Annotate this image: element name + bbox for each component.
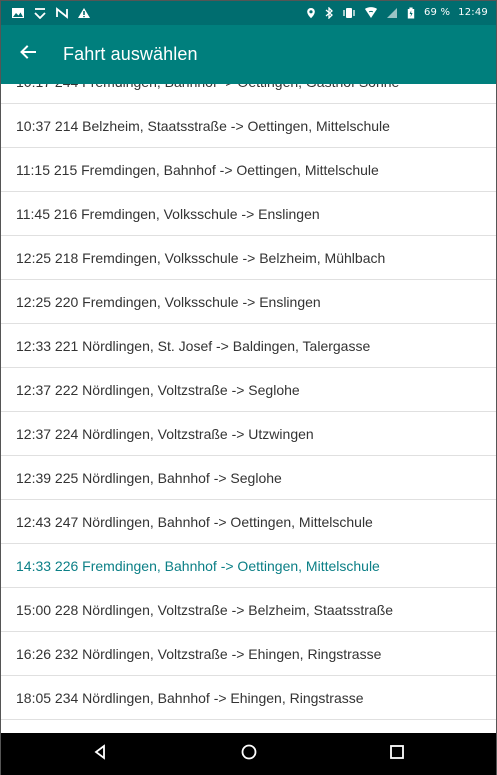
status-right: 69 % 12:49 xyxy=(306,7,488,19)
trip-list[interactable]: 10:17 244 Fremdingen, Bahnhof -> Oetting… xyxy=(1,84,496,733)
hotspot-icon xyxy=(364,7,378,19)
app-screen: 69 % 12:49 Fahrt auswählen 10:17 244 Fre… xyxy=(0,0,497,775)
battery-percentage: 69 % xyxy=(423,7,451,18)
status-time: 12:49 xyxy=(458,7,488,18)
nav-home-button[interactable] xyxy=(235,741,263,769)
warning-icon xyxy=(77,7,91,19)
recents-square-icon xyxy=(388,743,406,766)
trip-list-item[interactable]: 11:15 215 Fremdingen, Bahnhof -> Oetting… xyxy=(1,148,496,192)
app-bar: Fahrt auswählen xyxy=(1,25,496,84)
trip-list-item[interactable]: 12:43 247 Nördlingen, Bahnhof -> Oetting… xyxy=(1,500,496,544)
page-title: Fahrt auswählen xyxy=(63,44,198,64)
trip-list-item[interactable]: 12:37 224 Nördlingen, Voltzstraße -> Utz… xyxy=(1,412,496,456)
nav-back-button[interactable] xyxy=(86,741,114,769)
status-bar: 69 % 12:49 xyxy=(1,1,496,25)
back-triangle-icon xyxy=(91,743,109,766)
vibrate-icon xyxy=(342,7,356,19)
image-icon xyxy=(11,7,25,19)
location-icon xyxy=(306,7,316,19)
trip-list-item-selected[interactable]: 14:33 226 Fremdingen, Bahnhof -> Oetting… xyxy=(1,544,496,588)
trip-list-scroll: 10:17 244 Fremdingen, Bahnhof -> Oetting… xyxy=(1,84,496,720)
trip-list-item[interactable]: 10:37 214 Belzheim, Staatsstraße -> Oett… xyxy=(1,104,496,148)
status-left xyxy=(11,7,91,19)
trip-list-item[interactable]: 12:39 225 Nördlingen, Bahnhof -> Seglohe xyxy=(1,456,496,500)
home-circle-icon xyxy=(240,743,258,766)
trip-list-item[interactable]: 12:37 222 Nördlingen, Voltzstraße -> Seg… xyxy=(1,368,496,412)
download-icon xyxy=(33,7,47,19)
trip-list-item[interactable]: 15:00 228 Nördlingen, Voltzstraße -> Bel… xyxy=(1,588,496,632)
battery-icon xyxy=(406,7,416,19)
android-nav-bar xyxy=(1,733,496,775)
trip-list-item[interactable]: 10:17 244 Fremdingen, Bahnhof -> Oetting… xyxy=(1,84,496,104)
signal-icon xyxy=(386,7,398,19)
trip-list-item[interactable]: 11:45 216 Fremdingen, Volksschule -> Ens… xyxy=(1,192,496,236)
trip-list-item[interactable]: 12:25 218 Fremdingen, Volksschule -> Bel… xyxy=(1,236,496,280)
back-button[interactable] xyxy=(16,43,40,67)
arrow-left-icon xyxy=(19,43,37,66)
trip-list-item[interactable]: 12:33 221 Nördlingen, St. Josef -> Baldi… xyxy=(1,324,496,368)
trip-list-item[interactable]: 12:25 220 Fremdingen, Volksschule -> Ens… xyxy=(1,280,496,324)
bluetooth-icon xyxy=(324,7,334,19)
trip-list-item[interactable]: 18:05 234 Nördlingen, Bahnhof -> Ehingen… xyxy=(1,676,496,720)
trip-list-item[interactable]: 16:26 232 Nördlingen, Voltzstraße -> Ehi… xyxy=(1,632,496,676)
network-icon xyxy=(55,7,69,19)
nav-recents-button[interactable] xyxy=(383,741,411,769)
